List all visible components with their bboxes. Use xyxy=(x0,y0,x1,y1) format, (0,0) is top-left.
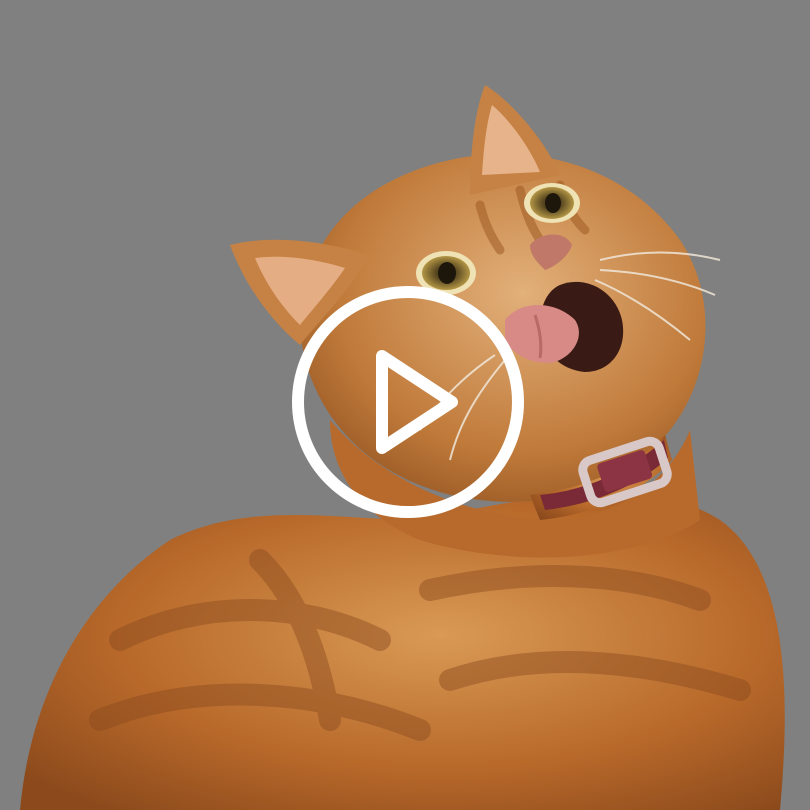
play-button[interactable] xyxy=(290,284,526,520)
video-player[interactable] xyxy=(0,0,810,810)
play-icon xyxy=(292,286,524,518)
